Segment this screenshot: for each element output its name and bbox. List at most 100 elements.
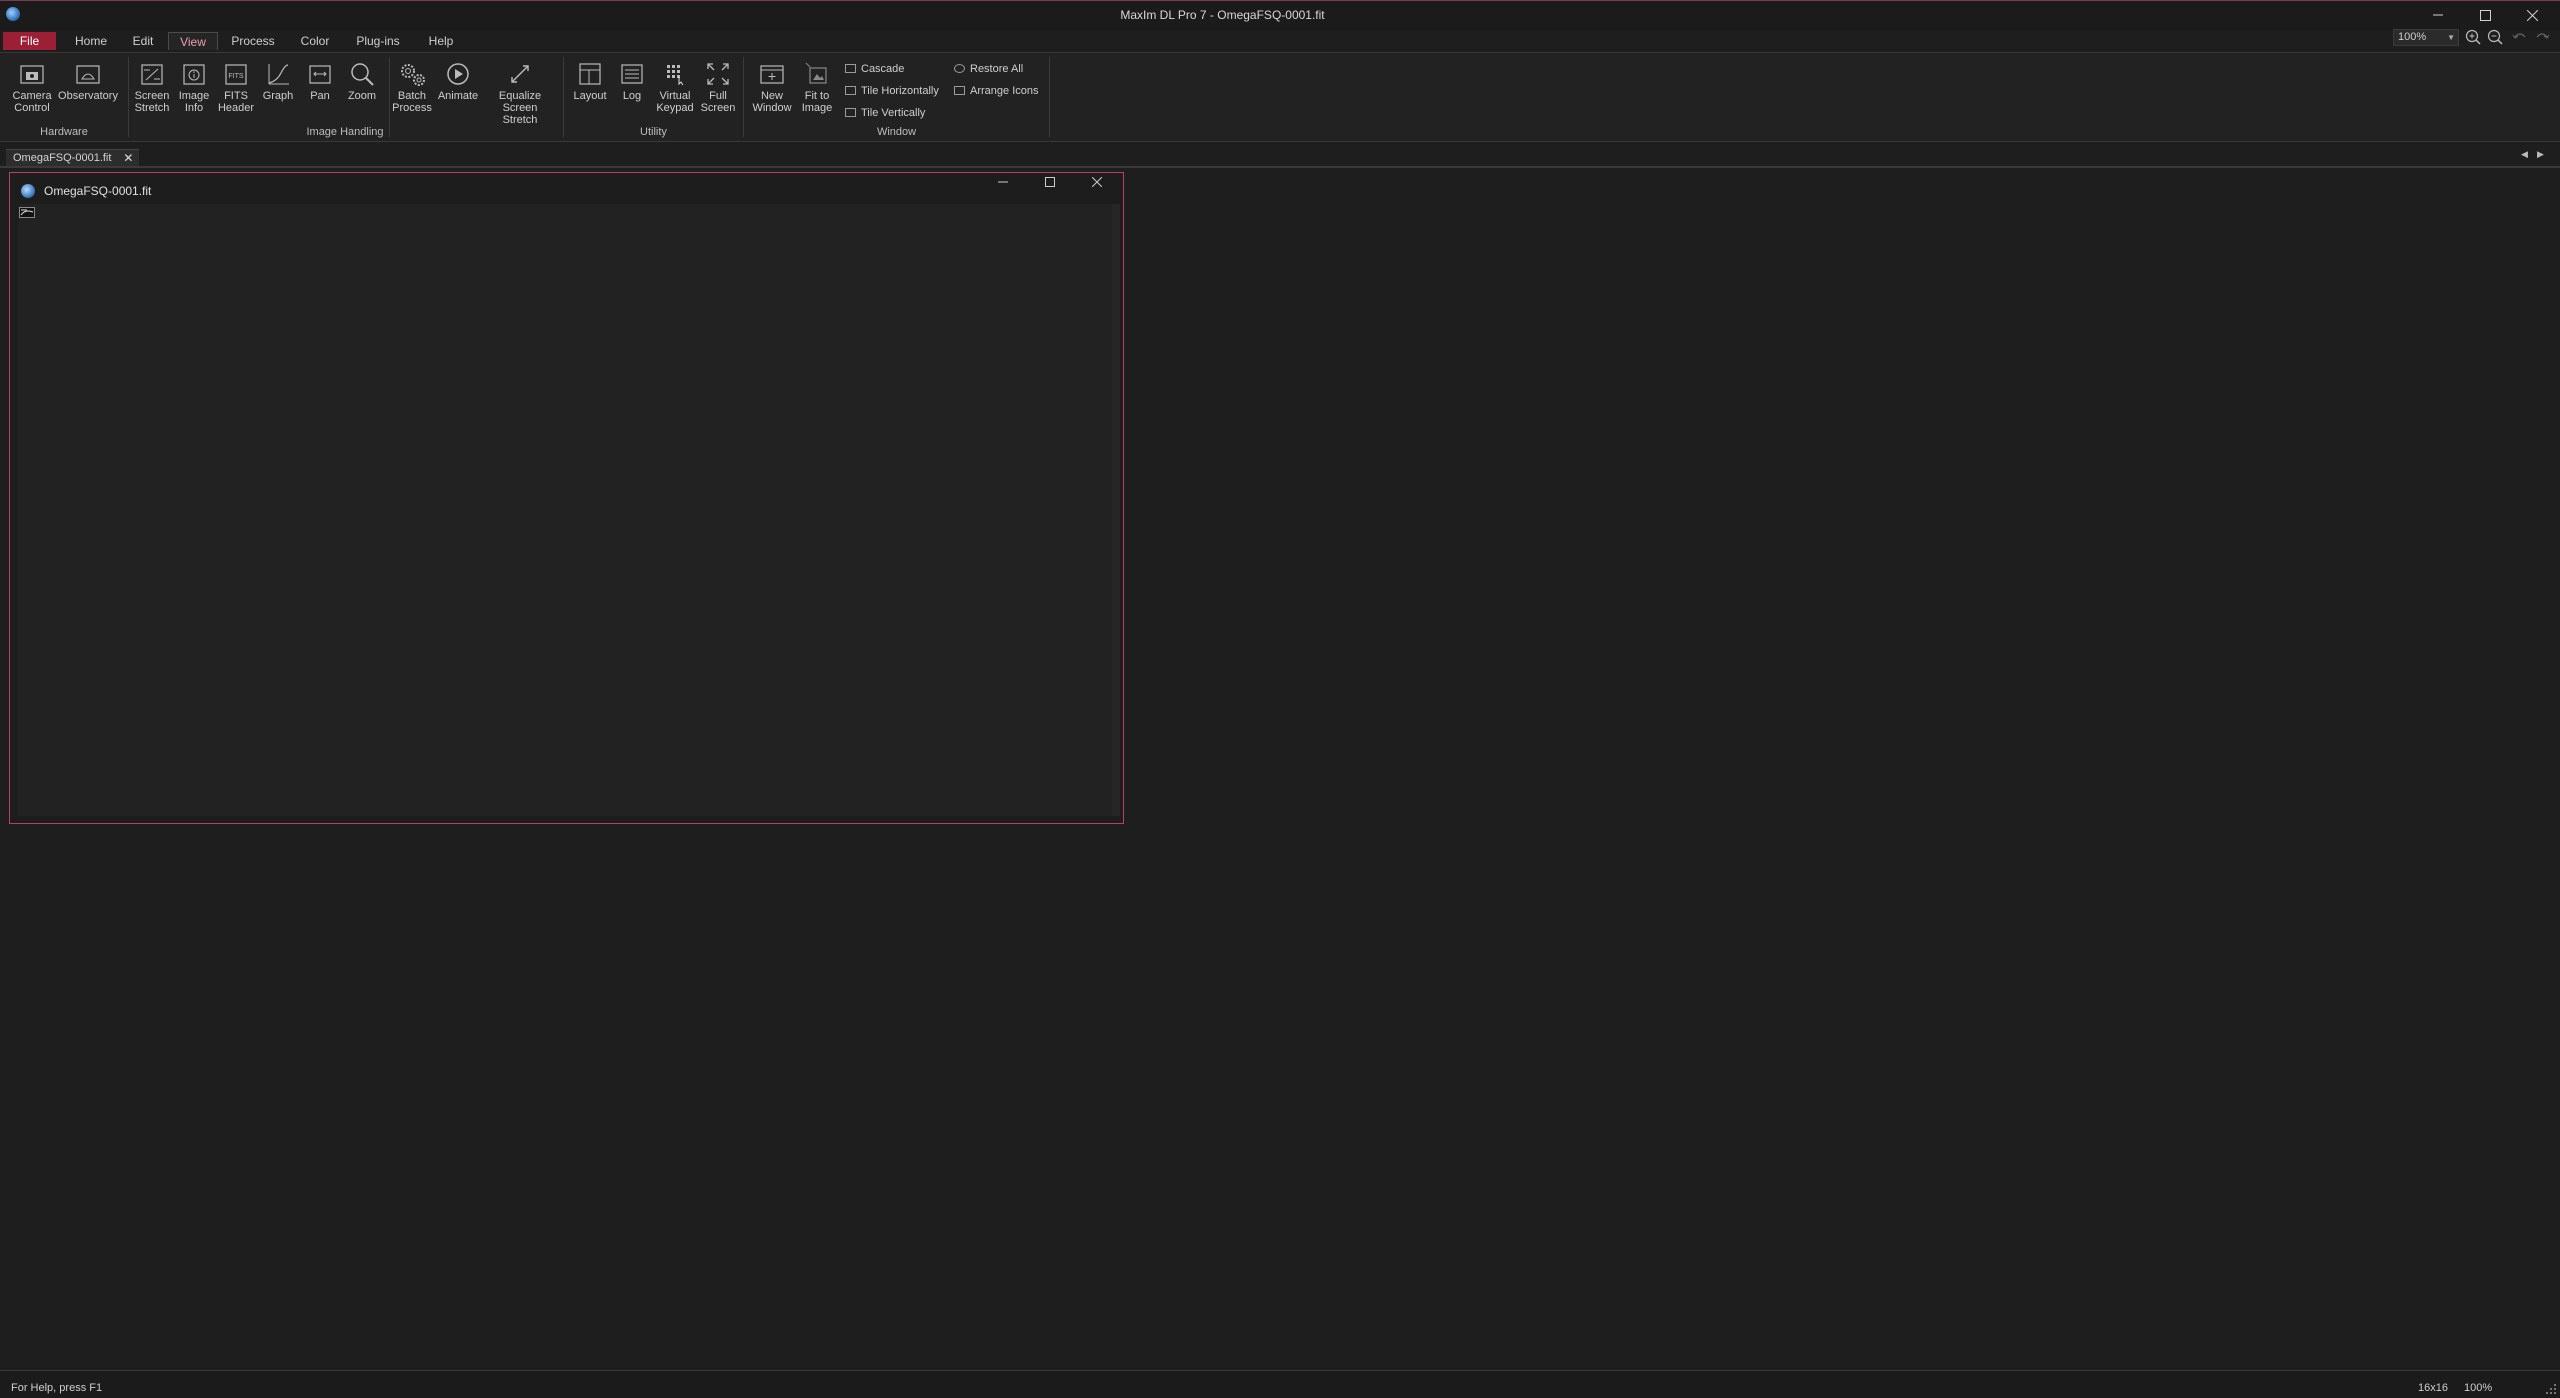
layout-button[interactable]: Layout [570,61,610,102]
camera-control-button[interactable]: Camera Control [8,61,56,114]
image-window-close-button[interactable] [1087,174,1107,190]
fits-header-button[interactable]: FITS FITS Header [216,61,256,114]
equalize-label-2: Screen Stretch [502,102,538,126]
screen-stretch-button[interactable]: Screen Stretch [132,61,172,114]
document-tab-label: OmegaFSQ-0001.fit [13,152,112,164]
fit-to-image-label-1: Fit to [804,90,830,102]
menu-home[interactable]: Home [70,32,112,50]
menu-process[interactable]: Process [228,32,278,50]
close-button[interactable] [2509,0,2555,30]
redo-icon[interactable] [2532,28,2552,46]
image-window-minimize-button[interactable] [993,174,1013,190]
menu-plugins[interactable]: Plug-ins [350,32,406,50]
image-window-icon[interactable] [21,184,35,198]
svg-text:FITS: FITS [228,73,243,80]
magnifier-icon [351,63,374,86]
new-window-label-1: New [760,90,783,102]
layout-label: Layout [573,90,607,102]
restore-all-button[interactable]: Restore All [952,61,1023,77]
cascade-button[interactable]: Cascade [843,61,904,77]
camera-control-label-2: Control [14,102,50,114]
log-icon [621,64,643,84]
pan-label: Pan [310,90,330,102]
group-label-utility: Utility [640,126,667,138]
log-button[interactable]: Log [612,61,652,102]
undo-icon[interactable] [2510,28,2530,46]
minimize-icon [998,181,1008,183]
resize-grip-icon[interactable] [2546,1384,2556,1394]
camera-control-label-1: Camera [12,90,52,102]
observatory-button[interactable]: Observatory [56,61,120,102]
log-label: Log [622,90,642,102]
image-info-icon [183,64,205,85]
tab-scroll-right-icon[interactable]: ▶ [2537,149,2544,160]
image-info-label-2: Info [184,102,204,114]
zoom-out-icon[interactable] [2486,28,2506,46]
arrange-icons-icon [954,86,965,95]
screen-stretch-label-1: Screen [134,90,170,102]
new-window-icon [760,65,784,84]
group-separator [1049,57,1050,137]
tile-horizontally-icon [845,86,856,95]
image-window-title-text: OmegaFSQ-0001.fit [44,184,152,198]
image-info-label-1: Image [178,90,210,102]
restore-all-label: Restore All [970,63,1024,75]
equalize-label-1: Equalize [498,90,542,102]
window-title: MaxIm DL Pro 7 - OmegaFSQ-0001.fit [1120,8,1325,22]
chevron-down-icon: ▼ [2447,33,2455,42]
graph-icon [268,64,289,85]
new-window-button[interactable]: New Window [750,61,794,114]
fit-to-image-button[interactable]: Fit to Image [796,61,838,114]
image-window-maximize-button[interactable] [1040,174,1060,190]
fit-to-image-label-2: Image [801,102,833,114]
screen-stretch-icon [141,64,163,85]
virtual-keypad-label-1: Virtual [659,90,691,102]
keypad-icon [667,65,684,86]
group-separator [389,57,390,137]
status-bar [0,1371,2560,1398]
full-screen-label-1: Full [709,90,727,102]
status-help-text: For Help, press F1 [11,1382,103,1394]
maximize-button[interactable] [2462,0,2508,30]
arrange-icons-button[interactable]: Arrange Icons [952,83,1038,99]
camera-icon [20,65,44,84]
observatory-label: Observatory [58,90,118,102]
equalize-screen-stretch-button[interactable]: Equalize Screen Stretch [484,61,556,126]
group-separator [743,57,744,137]
cascade-label: Cascade [861,63,905,75]
image-info-button[interactable]: Image Info [174,61,214,114]
batch-process-button[interactable]: Batch Process [392,61,432,114]
cascade-icon [845,64,856,73]
minimize-button[interactable] [2415,0,2461,30]
graph-button[interactable]: Graph [258,61,298,102]
zoom-level-select[interactable]: 100% ▼ [2393,29,2459,46]
menu-edit[interactable]: Edit [126,32,160,50]
close-icon [2526,9,2538,21]
tab-scroll-left-icon[interactable]: ◀ [2521,149,2528,160]
animate-button[interactable]: Animate [434,61,482,102]
full-screen-label-2: Screen [700,102,736,114]
menu-help[interactable]: Help [422,32,460,50]
graph-label: Graph [262,90,294,102]
maximize-icon [1045,177,1055,187]
menu-view[interactable]: View [168,32,218,50]
menu-color[interactable]: Color [294,32,336,50]
tile-vertically-button[interactable]: Tile Vertically [843,105,925,121]
tile-horizontally-button[interactable]: Tile Horizontally [843,83,939,99]
full-screen-button[interactable]: Full Screen [698,61,738,114]
virtual-keypad-label-2: Keypad [656,102,694,114]
pan-button[interactable]: Pan [300,61,340,102]
zoom-in-icon[interactable] [2464,28,2484,46]
close-icon[interactable]: ✕ [123,150,133,167]
virtual-keypad-button[interactable]: Virtual Keypad [654,61,696,114]
vertical-scrollbar[interactable] [1112,204,1120,816]
image-canvas[interactable] [18,204,1112,816]
image-window-title: OmegaFSQ-0001.fit [11,181,151,201]
new-window-label-2: Window [752,102,792,114]
fits-header-label-1: FITS [224,90,248,102]
fits-header-label-2: Header [217,102,255,114]
zoom-button[interactable]: Zoom [342,61,382,102]
menu-file[interactable]: File [3,32,56,50]
tile-horizontally-label: Tile Horizontally [861,85,939,97]
pan-icon [309,65,331,84]
